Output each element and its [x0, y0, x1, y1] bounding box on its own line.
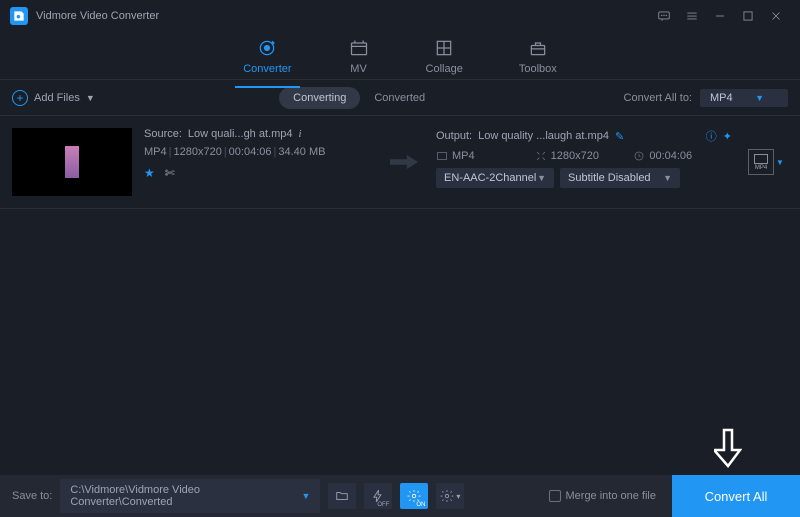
menu-icon[interactable] [678, 2, 706, 30]
subtabs: Converting Converted [279, 87, 439, 109]
footer: Save to: C:\Vidmore\Vidmore Video Conver… [0, 475, 800, 517]
output-info: Output: Low quality ...laugh at.mp4 ✎ ⓘ … [436, 128, 732, 196]
hardware-accel-button[interactable]: OFF [364, 483, 392, 509]
chevron-down-icon[interactable]: ▼ [776, 158, 784, 167]
save-path-value: C:\Vidmore\Vidmore Video Converter\Conve… [70, 484, 301, 508]
output-format-tile[interactable]: MP4 ▼ [744, 128, 788, 196]
output-filename: Low quality ...laugh at.mp4 [478, 130, 609, 142]
tab-mv[interactable]: MV [340, 33, 378, 79]
output-prefix: Output: [436, 130, 472, 142]
convert-all-button[interactable]: Convert All [672, 475, 800, 517]
plus-icon: + [12, 90, 28, 106]
source-info: Source: Low quali...gh at.mp4 i MP4|1280… [144, 128, 372, 196]
gpu-button[interactable]: ON [400, 483, 428, 509]
converter-icon [256, 37, 278, 59]
add-files-label: Add Files [34, 92, 80, 104]
checkbox-icon [549, 490, 561, 502]
chevron-down-icon: ▼ [86, 93, 95, 103]
chevron-down-icon: ▼ [755, 93, 764, 103]
tab-label: MV [350, 63, 367, 75]
titlebar: Vidmore Video Converter [0, 0, 800, 32]
maximize-icon[interactable] [734, 2, 762, 30]
merge-checkbox[interactable]: Merge into one file [549, 490, 657, 502]
out-duration: 00:04:06 [633, 150, 732, 162]
out-format: MP4 [436, 150, 535, 162]
toolbox-icon [527, 37, 549, 59]
source-prefix: Source: [144, 128, 182, 140]
close-icon[interactable] [762, 2, 790, 30]
convert-all-to-label: Convert All to: [624, 92, 692, 104]
format-value: MP4 [710, 92, 733, 104]
star-icon[interactable]: ★ [144, 166, 155, 180]
chevron-down-icon: ▼ [301, 491, 310, 501]
tab-label: Collage [426, 63, 463, 75]
info-icon[interactable]: i [299, 128, 302, 140]
tab-toolbox[interactable]: Toolbox [511, 33, 565, 79]
info-icon[interactable]: ⓘ [706, 128, 717, 144]
app-title: Vidmore Video Converter [36, 10, 159, 22]
video-thumbnail[interactable] [12, 128, 132, 196]
source-meta: MP4|1280x720|00:04:06|34.40 MB [144, 146, 372, 158]
save-to-label: Save to: [12, 490, 52, 502]
feedback-icon[interactable] [650, 2, 678, 30]
tab-label: Converter [243, 63, 291, 75]
save-path-select[interactable]: C:\Vidmore\Vidmore Video Converter\Conve… [60, 479, 320, 513]
subtab-converting[interactable]: Converting [279, 87, 360, 109]
open-folder-button[interactable] [328, 483, 356, 509]
merge-label: Merge into one file [566, 490, 657, 502]
add-files-button[interactable]: + Add Files ▼ [12, 90, 95, 106]
audio-track-select[interactable]: EN-AAC-2Channel▼ [436, 168, 554, 188]
arrow-icon [384, 128, 424, 196]
cut-icon[interactable]: ✄ [165, 166, 175, 180]
tab-label: Toolbox [519, 63, 557, 75]
out-resolution: 1280x720 [535, 150, 634, 162]
tab-collage[interactable]: Collage [418, 33, 471, 79]
format-icon: MP4 [748, 149, 774, 175]
collage-icon [433, 37, 455, 59]
edit-icon[interactable]: ✎ [615, 130, 624, 143]
main-tabs: Converter MV Collage Toolbox [0, 32, 800, 80]
file-item: Source: Low quali...gh at.mp4 i MP4|1280… [0, 116, 800, 209]
output-format-select[interactable]: MP4 ▼ [700, 89, 788, 107]
minimize-icon[interactable] [706, 2, 734, 30]
enhance-icon[interactable]: ✦ [723, 130, 732, 143]
subtab-converted[interactable]: Converted [360, 87, 439, 109]
tab-converter[interactable]: Converter [235, 33, 299, 79]
tutorial-arrow-icon [714, 428, 742, 471]
toolbar: + Add Files ▼ Converting Converted Conve… [0, 80, 800, 116]
subtitle-select[interactable]: Subtitle Disabled▼ [560, 168, 680, 188]
settings-button[interactable]: ▾ [436, 483, 464, 509]
source-filename: Low quali...gh at.mp4 [188, 128, 293, 140]
app-logo [10, 7, 28, 25]
mv-icon [348, 37, 370, 59]
